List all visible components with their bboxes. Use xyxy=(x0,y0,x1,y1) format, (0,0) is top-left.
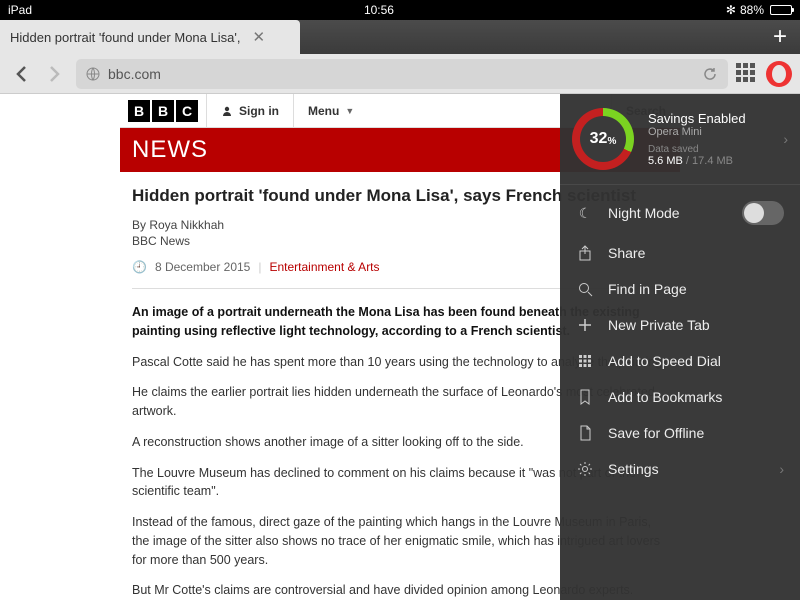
tab-bar: Hidden portrait 'found under Mona Lisa',… xyxy=(0,20,800,54)
savings-subtitle: Opera Mini xyxy=(648,126,769,138)
bbc-logo[interactable]: B B C xyxy=(120,94,206,127)
opera-side-menu: 32% Savings Enabled Opera Mini Data save… xyxy=(560,94,800,600)
grid-icon xyxy=(576,354,594,368)
tab-title: Hidden portrait 'found under Mona Lisa', xyxy=(10,30,240,45)
status-bar: iPad 10:56 ✻ 88% xyxy=(0,0,800,20)
offline-item[interactable]: Save for Offline xyxy=(560,415,800,451)
moon-icon: ☾ xyxy=(576,205,594,222)
bluetooth-icon: ✻ xyxy=(726,3,736,17)
toolbar: bbc.com xyxy=(0,54,800,94)
bookmark-icon xyxy=(576,389,594,405)
menu-list: ☾ Night Mode Share Find in Page New Priv… xyxy=(560,185,800,493)
share-icon xyxy=(576,245,594,261)
battery-pct: 88% xyxy=(740,3,764,17)
share-item[interactable]: Share xyxy=(560,235,800,271)
signin-button[interactable]: Sign in xyxy=(206,94,293,127)
page-icon xyxy=(576,425,594,441)
article-date: 8 December 2015 xyxy=(155,260,250,274)
chevron-down-icon: ▼ xyxy=(345,106,354,116)
reload-icon[interactable] xyxy=(702,66,718,82)
night-mode-toggle[interactable] xyxy=(742,201,784,225)
plus-icon xyxy=(576,318,594,332)
gear-icon xyxy=(576,461,594,477)
settings-item[interactable]: Settings › xyxy=(560,451,800,487)
clock-icon: 🕘 xyxy=(132,260,147,274)
battery-icon xyxy=(770,5,792,15)
savings-title: Savings Enabled xyxy=(648,111,769,126)
category-link[interactable]: Entertainment & Arts xyxy=(269,260,379,274)
status-right: ✻ 88% xyxy=(726,3,792,17)
back-button[interactable] xyxy=(8,61,34,87)
savings-gauge: 32% xyxy=(572,108,634,170)
browser-tab[interactable]: Hidden portrait 'found under Mona Lisa',… xyxy=(0,20,300,54)
search-icon xyxy=(576,282,594,297)
device-label: iPad xyxy=(8,3,32,17)
url-text: bbc.com xyxy=(108,66,694,82)
savings-panel[interactable]: 32% Savings Enabled Opera Mini Data save… xyxy=(560,94,800,185)
globe-icon xyxy=(86,67,100,81)
bookmark-item[interactable]: Add to Bookmarks xyxy=(560,379,800,415)
find-item[interactable]: Find in Page xyxy=(560,271,800,307)
clock: 10:56 xyxy=(32,3,726,17)
speed-dial-button[interactable] xyxy=(736,63,758,85)
speed-dial-item[interactable]: Add to Speed Dial xyxy=(560,343,800,379)
new-tab-button[interactable]: + xyxy=(760,20,800,54)
chevron-right-icon: › xyxy=(783,131,788,147)
opera-menu-button[interactable] xyxy=(766,61,792,87)
close-tab-icon[interactable]: ✕ xyxy=(252,30,265,45)
private-tab-item[interactable]: New Private Tab xyxy=(560,307,800,343)
url-bar[interactable]: bbc.com xyxy=(76,59,728,89)
savings-label: Data saved xyxy=(648,144,769,155)
night-mode-item[interactable]: ☾ Night Mode xyxy=(560,191,800,235)
user-icon xyxy=(221,105,233,117)
forward-button[interactable] xyxy=(42,61,68,87)
chevron-right-icon: › xyxy=(779,461,784,477)
